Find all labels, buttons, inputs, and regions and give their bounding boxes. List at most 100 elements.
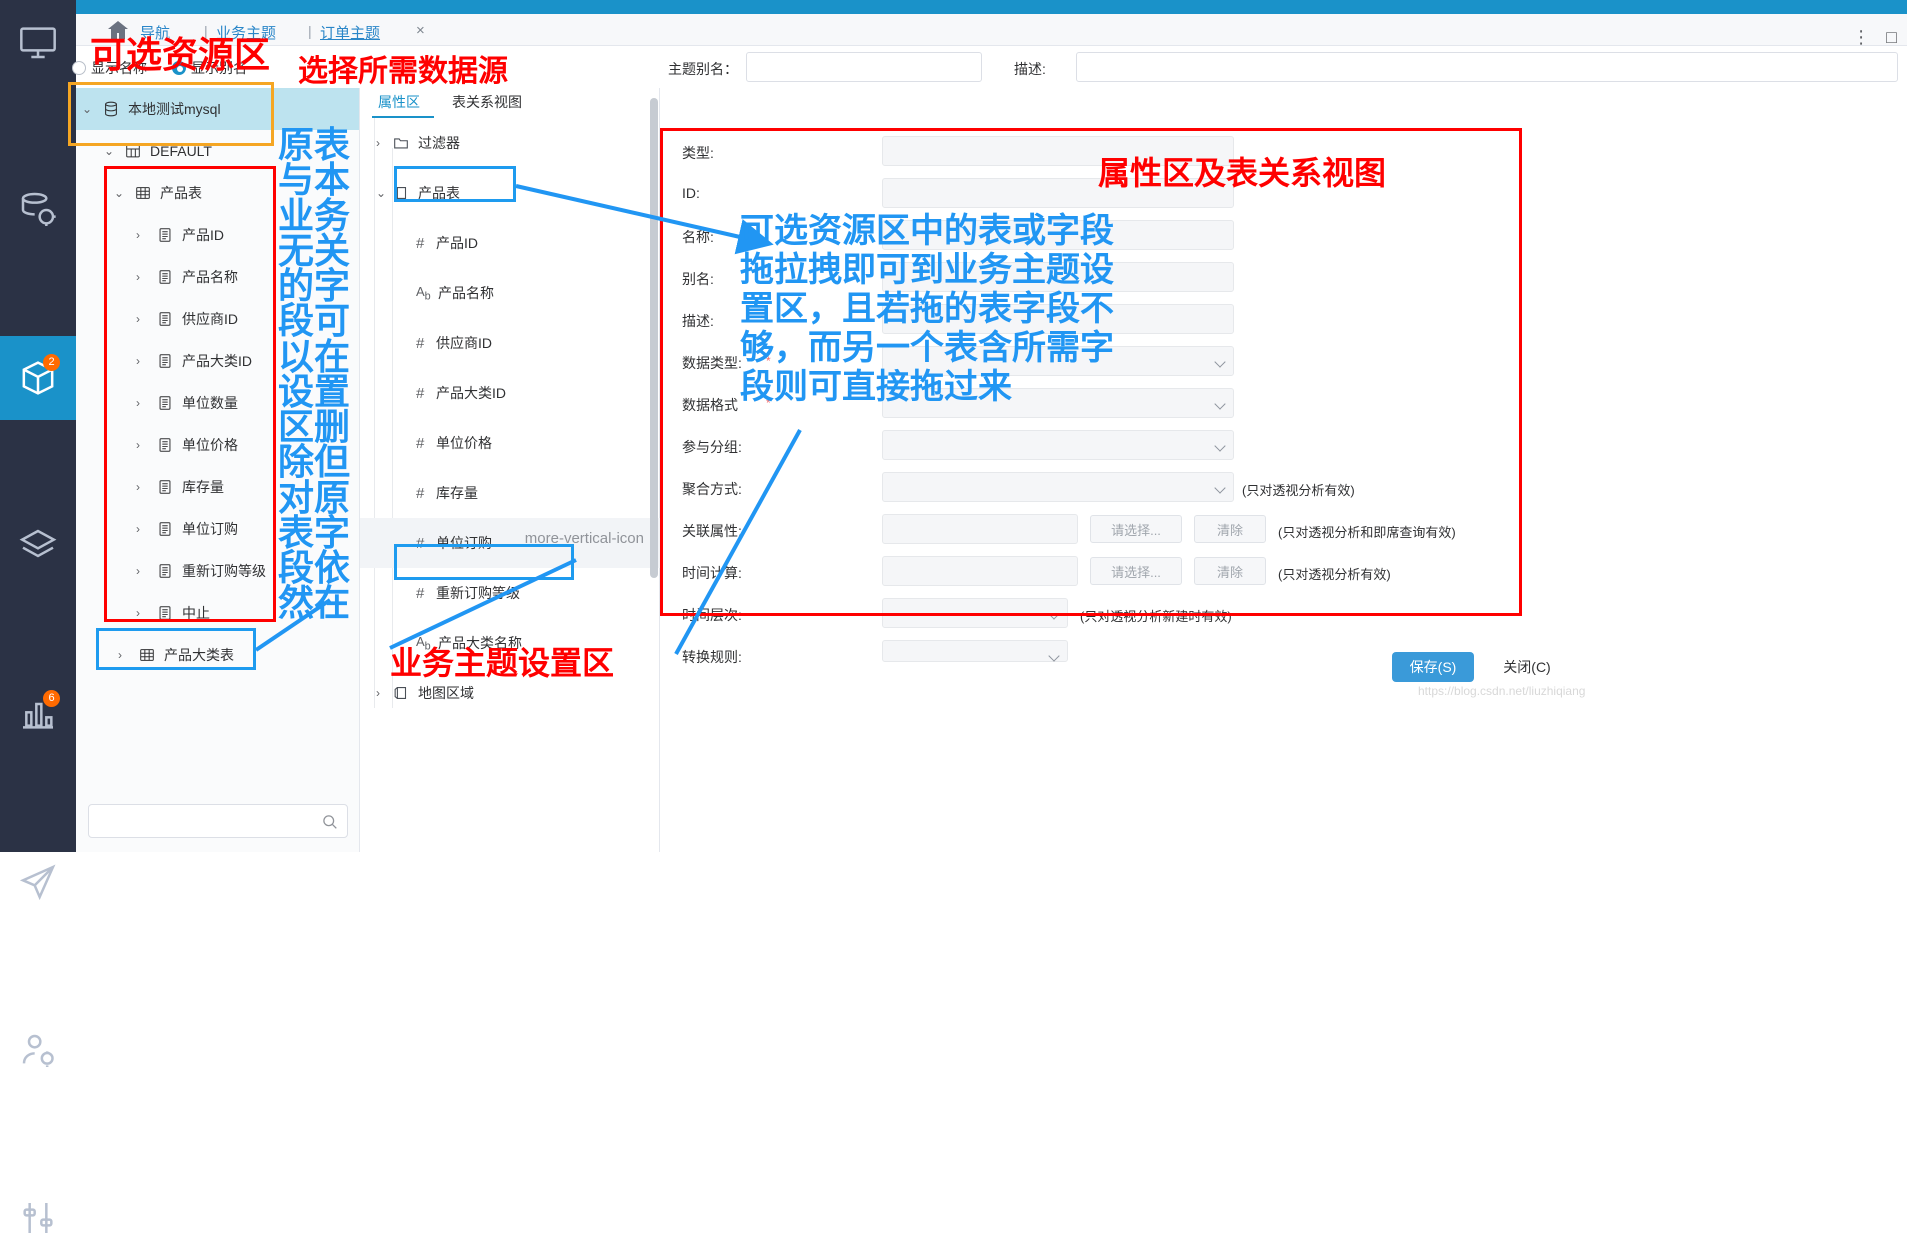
chevron-right-icon[interactable]: › bbox=[136, 438, 150, 452]
tab-business-subject[interactable]: 业务主题 bbox=[216, 22, 276, 43]
property-grouping-select[interactable] bbox=[882, 430, 1234, 460]
subject-row-field[interactable]: Ab 产品名称 bbox=[360, 268, 660, 318]
radio-show-name[interactable]: 显示名称 bbox=[72, 58, 147, 78]
chevron-right-icon[interactable]: › bbox=[118, 648, 132, 662]
property-row-description: 描述: bbox=[682, 304, 1882, 338]
description-input[interactable] bbox=[1076, 52, 1898, 82]
rail-item-business-subject[interactable]: 2 bbox=[0, 336, 76, 420]
tree-node-schema-label: DEFAULT bbox=[150, 143, 212, 159]
rail-item-analysis[interactable]: 6 bbox=[0, 672, 76, 756]
property-transform-select[interactable] bbox=[882, 640, 1068, 662]
property-type-input[interactable] bbox=[882, 136, 1234, 166]
tab-attribute-area[interactable]: 属性区 bbox=[378, 92, 420, 112]
property-relation-choose-button[interactable]: 请选择... bbox=[1090, 515, 1182, 543]
rail-item-user-manage[interactable] bbox=[0, 1008, 76, 1092]
tab-order-subject[interactable]: 订单主题 bbox=[320, 22, 380, 43]
property-relation-clear-button[interactable]: 清除 bbox=[1194, 515, 1266, 543]
property-dataformat-select[interactable] bbox=[882, 388, 1234, 418]
chevron-right-icon[interactable]: › bbox=[136, 396, 150, 410]
alias-input[interactable] bbox=[746, 52, 982, 82]
tree-node-datasource-label: 本地测试mysql bbox=[128, 101, 221, 117]
tree-node-product-table[interactable]: ⌄ 产品表 bbox=[76, 172, 359, 214]
property-datatype-select[interactable] bbox=[882, 346, 1234, 376]
subject-row-map-area[interactable]: › 地图区域 bbox=[360, 668, 660, 718]
property-timecalc-choose-button[interactable]: 请选择... bbox=[1090, 557, 1182, 585]
rail-item-publish[interactable] bbox=[0, 840, 76, 924]
home-icon[interactable] bbox=[106, 18, 130, 42]
subject-row-field[interactable]: Ab 产品大类名称 bbox=[360, 618, 660, 668]
property-label: 时间层次: bbox=[682, 607, 742, 623]
chevron-down-icon[interactable]: ⌄ bbox=[376, 186, 392, 200]
close-button[interactable]: 关闭(C) bbox=[1492, 652, 1562, 682]
property-aggregation-select[interactable] bbox=[882, 472, 1234, 502]
tree-node-field[interactable]: › 单位价格 bbox=[76, 424, 359, 466]
subject-row-field[interactable]: # 供应商ID bbox=[360, 318, 660, 368]
chevron-right-icon[interactable]: › bbox=[136, 480, 150, 494]
save-button[interactable]: 保存(S) bbox=[1392, 652, 1474, 682]
tree-node-schema[interactable]: ⌄ DEFAULT bbox=[76, 130, 359, 172]
properties-scrollbar[interactable] bbox=[650, 98, 658, 578]
subject-row-field[interactable]: # 单位价格 bbox=[360, 418, 660, 468]
tree-node-field[interactable]: › 供应商ID bbox=[76, 298, 359, 340]
tree-node-field[interactable]: › 单位订购 bbox=[76, 508, 359, 550]
subject-row-field-selected[interactable]: # 单位订购 more-vertical-icon bbox=[360, 518, 660, 568]
tree-node-field[interactable]: › 库存量 bbox=[76, 466, 359, 508]
chevron-right-icon[interactable]: › bbox=[136, 606, 150, 620]
tab-close-icon[interactable]: × bbox=[416, 22, 425, 39]
rail-item-monitor[interactable] bbox=[0, 0, 76, 84]
tree-node-field[interactable]: › 中止 bbox=[76, 592, 359, 634]
tree-node-field[interactable]: › 产品ID bbox=[76, 214, 359, 256]
subject-row-field[interactable]: # 重新订购等级 bbox=[360, 568, 660, 618]
tree-node-field[interactable]: › 重新订购等级 bbox=[76, 550, 359, 592]
more-vertical-icon[interactable]: more-vertical-icon bbox=[525, 531, 644, 546]
chevron-right-icon[interactable]: › bbox=[136, 228, 150, 242]
tab-navigation[interactable]: 导航 bbox=[140, 22, 170, 43]
rail-item-datasource[interactable] bbox=[0, 168, 76, 252]
subject-row-filter[interactable]: › 过滤器 bbox=[360, 118, 660, 168]
tree-node-field[interactable]: › 产品名称 bbox=[76, 256, 359, 298]
chevron-right-icon[interactable]: › bbox=[136, 354, 150, 368]
more-vertical-icon[interactable]: ⋮ bbox=[1852, 28, 1870, 46]
chevron-down-icon[interactable]: ⌄ bbox=[114, 186, 128, 200]
tree-node-field-label: 产品名称 bbox=[182, 269, 238, 285]
chevron-down-icon[interactable]: ⌄ bbox=[104, 144, 118, 158]
chevron-right-icon[interactable]: › bbox=[136, 270, 150, 284]
tree-node-product-table-label: 产品表 bbox=[160, 185, 202, 201]
search-icon[interactable] bbox=[321, 813, 339, 831]
subject-setting-panel: 属性区 表关系视图 › 过滤器 ⌄ 产品表 # 产品ID Ab 产品名称 # 供… bbox=[360, 88, 660, 852]
property-id-input[interactable] bbox=[882, 178, 1234, 208]
property-label: 描述: bbox=[682, 313, 714, 329]
property-name-input[interactable] bbox=[882, 220, 1234, 250]
chevron-right-icon[interactable]: › bbox=[136, 522, 150, 536]
property-relation-input[interactable] bbox=[882, 514, 1078, 544]
tab-table-relation-view[interactable]: 表关系视图 bbox=[452, 92, 522, 112]
subject-row-field[interactable]: # 产品大类ID bbox=[360, 368, 660, 418]
tree-node-datasource[interactable]: ⌄ 本地测试mysql bbox=[76, 88, 359, 130]
chevron-right-icon[interactable]: › bbox=[136, 312, 150, 326]
property-alias-input[interactable] bbox=[882, 262, 1234, 292]
number-type-icon: # bbox=[416, 434, 425, 452]
property-description-input[interactable] bbox=[882, 304, 1234, 334]
rail-item-settings[interactable] bbox=[0, 1176, 76, 1260]
chevron-right-icon[interactable]: › bbox=[136, 564, 150, 578]
subject-row-field[interactable]: # 库存量 bbox=[360, 468, 660, 518]
tree-node-field[interactable]: › 产品大类ID bbox=[76, 340, 359, 382]
tree-node-category-table[interactable]: › 产品大类表 bbox=[76, 634, 359, 676]
property-label: 数据格式 bbox=[682, 397, 738, 413]
property-timecalc-clear-button[interactable]: 清除 bbox=[1194, 557, 1266, 585]
resource-search-input[interactable] bbox=[88, 804, 348, 838]
chevron-down-icon[interactable]: ⌄ bbox=[82, 102, 96, 116]
chevron-right-icon[interactable]: › bbox=[376, 686, 392, 700]
tree-node-field[interactable]: › 单位数量 bbox=[76, 382, 359, 424]
maximize-icon[interactable]: □ bbox=[1886, 28, 1897, 46]
radio-show-alias[interactable]: 显示别名 bbox=[172, 58, 247, 78]
property-hint: (只对透视分析有效) bbox=[1278, 567, 1391, 582]
subject-row-field[interactable]: # 产品ID bbox=[360, 218, 660, 268]
property-timecalc-input[interactable] bbox=[882, 556, 1078, 586]
subject-row-product-table[interactable]: ⌄ 产品表 bbox=[360, 168, 660, 218]
property-row-transform: 转换规则: bbox=[682, 640, 1882, 674]
property-row-type: 类型: bbox=[682, 136, 1882, 170]
rail-item-layers[interactable] bbox=[0, 504, 76, 588]
chevron-right-icon[interactable]: › bbox=[376, 136, 392, 150]
property-timelevel-select[interactable] bbox=[882, 598, 1068, 628]
